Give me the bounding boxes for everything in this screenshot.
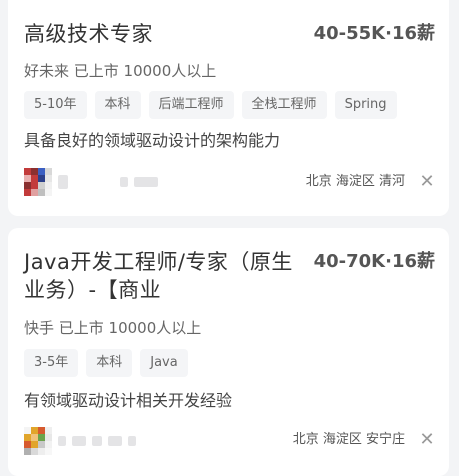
blurred-text — [92, 436, 102, 446]
close-icon[interactable]: ✕ — [419, 173, 435, 191]
tag: 本科 — [94, 91, 141, 119]
tag: Java — [140, 349, 188, 377]
job-location: 北京 海淀区 安宁庄 — [292, 432, 405, 447]
job-salary: 40-70K·16薪 — [313, 251, 435, 272]
job-description: 具备良好的领域驱动设计的架构能力 — [24, 131, 281, 150]
avatar — [24, 168, 52, 196]
close-icon[interactable]: ✕ — [419, 431, 435, 449]
blurred-text — [134, 177, 158, 187]
blurred-name — [58, 175, 68, 189]
job-title: Java开发工程师/专家（原生 业务）-【商业 — [24, 248, 293, 304]
tag: 本科 — [86, 349, 133, 377]
job-card[interactable]: 高级技术专家 40-55K·16薪 好未来 已上市 10000人以上 5-10年… — [8, 0, 449, 216]
job-title-line: Java开发工程师/专家（原生 — [24, 250, 293, 274]
tag: 5-10年 — [24, 91, 87, 119]
recruiter-info — [24, 168, 158, 196]
job-salary: 40-55K·16薪 — [313, 23, 435, 44]
company-info: 快手 已上市 10000人以上 — [24, 319, 202, 337]
company-info: 好未来 已上市 10000人以上 — [24, 62, 217, 80]
tag: Spring — [334, 91, 397, 119]
blurred-text — [128, 436, 136, 446]
job-location: 北京 海淀区 清河 — [305, 174, 405, 189]
tag-list: 3-5年 本科 Java — [24, 349, 188, 377]
avatar — [24, 427, 52, 455]
blurred-text — [120, 177, 128, 187]
job-title: 高级技术专家 — [24, 22, 153, 46]
job-card[interactable]: Java开发工程师/专家（原生 业务）-【商业 40-70K·16薪 快手 已上… — [8, 228, 449, 476]
job-title-line: 业务）-【商业 — [24, 278, 162, 302]
tag: 后端工程师 — [148, 91, 234, 119]
blurred-text — [108, 436, 122, 446]
blurred-text — [72, 436, 86, 446]
blurred-text — [58, 436, 66, 446]
tag: 全栈工程师 — [241, 91, 327, 119]
job-description: 有领域驱动设计相关开发经验 — [24, 391, 233, 410]
tag: 3-5年 — [24, 349, 79, 377]
recruiter-info — [24, 427, 136, 455]
tag-list: 5-10年 本科 后端工程师 全栈工程师 Spring — [24, 91, 397, 119]
